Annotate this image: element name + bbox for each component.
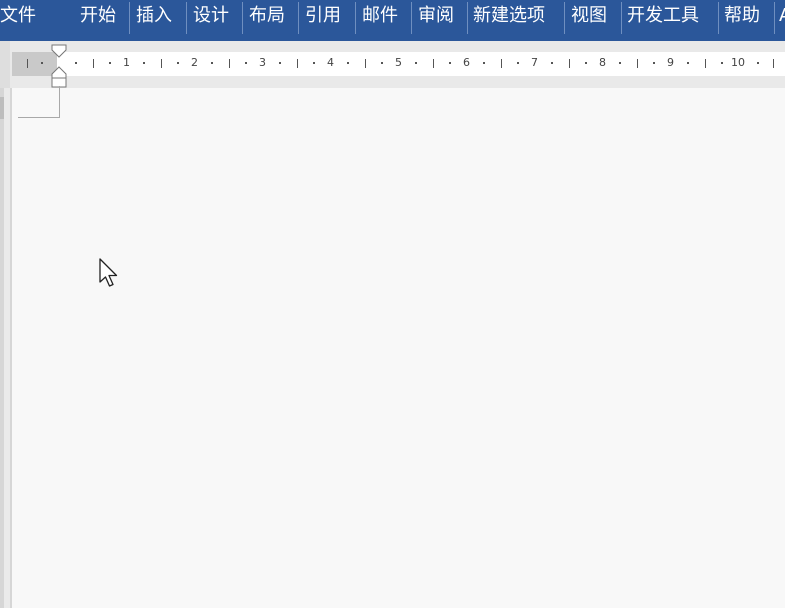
tab-file[interactable]: 文件 bbox=[0, 0, 36, 31]
ruler-tick bbox=[687, 62, 689, 64]
page-corner-crop-mark bbox=[18, 86, 60, 118]
ruler-tick bbox=[653, 62, 655, 64]
tab-separator bbox=[718, 2, 719, 34]
ruler-number: 5 bbox=[395, 56, 402, 69]
ruler-tick bbox=[551, 62, 553, 64]
ruler-tick bbox=[109, 62, 111, 64]
ruler-tick bbox=[229, 59, 230, 68]
ruler-left-gap bbox=[0, 41, 10, 88]
ruler-tick bbox=[177, 62, 179, 64]
tab-separator bbox=[129, 2, 130, 34]
tab-review[interactable]: 审阅 bbox=[418, 0, 454, 31]
tab-home[interactable]: 开始 bbox=[80, 0, 116, 31]
ruler-tick bbox=[705, 59, 706, 68]
ruler-tick bbox=[365, 59, 366, 68]
tab-separator bbox=[774, 2, 775, 34]
document-page[interactable] bbox=[12, 88, 785, 608]
ruler-tick bbox=[297, 59, 298, 68]
ruler-tick bbox=[501, 59, 502, 68]
ruler-tick bbox=[637, 59, 638, 68]
ruler-number: 10 bbox=[731, 56, 745, 69]
tab-separator bbox=[355, 2, 356, 34]
vertical-ruler-mark bbox=[0, 97, 4, 119]
ruler-tick bbox=[279, 62, 281, 64]
tab-layout[interactable]: 布局 bbox=[249, 0, 285, 31]
ruler-number: 2 bbox=[191, 56, 198, 69]
ruler-tick bbox=[75, 62, 77, 64]
ruler-tick bbox=[585, 62, 587, 64]
ruler-number: 6 bbox=[463, 56, 470, 69]
ruler-tick bbox=[619, 62, 621, 64]
tab-separator bbox=[564, 2, 565, 34]
ruler-tick bbox=[347, 62, 349, 64]
ruler-tick bbox=[415, 62, 417, 64]
ruler-number: 8 bbox=[599, 56, 606, 69]
ruler-tick bbox=[517, 62, 519, 64]
ruler-tick bbox=[93, 59, 94, 68]
ruler-tick bbox=[757, 62, 759, 64]
tab-separator bbox=[467, 2, 468, 34]
ruler-tick bbox=[569, 59, 570, 68]
ruler-tick bbox=[313, 62, 315, 64]
tab-references[interactable]: 引用 bbox=[305, 0, 341, 31]
ruler-tick bbox=[245, 62, 247, 64]
ruler-tick bbox=[211, 62, 213, 64]
ruler-tick bbox=[433, 59, 434, 68]
ruler-number: 4 bbox=[327, 56, 334, 69]
ruler-tick bbox=[161, 59, 162, 68]
tab-overflow[interactable]: A bbox=[779, 0, 785, 31]
tab-separator bbox=[186, 2, 187, 34]
tab-view[interactable]: 视图 bbox=[571, 0, 607, 31]
tab-separator bbox=[298, 2, 299, 34]
ruler-tick bbox=[381, 62, 383, 64]
indent-marker-icon[interactable] bbox=[50, 44, 68, 90]
ribbon-tab-bar: 文件 开始 插入 设计 布局 引用 邮件 审阅 新建选项 视图 开发工具 帮助 … bbox=[0, 0, 785, 41]
tab-separator bbox=[242, 2, 243, 34]
ruler-number: 7 bbox=[531, 56, 538, 69]
left-edge-gutter bbox=[4, 88, 10, 608]
tab-developer[interactable]: 开发工具 bbox=[627, 0, 699, 31]
ruler-number: 1 bbox=[123, 56, 130, 69]
tab-design[interactable]: 设计 bbox=[193, 0, 229, 31]
ruler-tick bbox=[449, 62, 451, 64]
tab-insert[interactable]: 插入 bbox=[136, 0, 172, 31]
ruler-tick bbox=[27, 59, 28, 68]
ruler-tick bbox=[41, 62, 43, 64]
tab-mailings[interactable]: 邮件 bbox=[362, 0, 398, 31]
tab-new-options[interactable]: 新建选项 bbox=[473, 0, 545, 31]
ruler-number: 3 bbox=[259, 56, 266, 69]
ruler-tick bbox=[483, 62, 485, 64]
ruler-tick bbox=[721, 62, 723, 64]
ruler-tick bbox=[773, 59, 774, 68]
tab-help[interactable]: 帮助 bbox=[724, 0, 760, 31]
mouse-pointer-icon bbox=[99, 258, 123, 292]
ruler-tick bbox=[143, 62, 145, 64]
ruler-number: 9 bbox=[667, 56, 674, 69]
tab-separator bbox=[621, 2, 622, 34]
tab-separator bbox=[411, 2, 412, 34]
